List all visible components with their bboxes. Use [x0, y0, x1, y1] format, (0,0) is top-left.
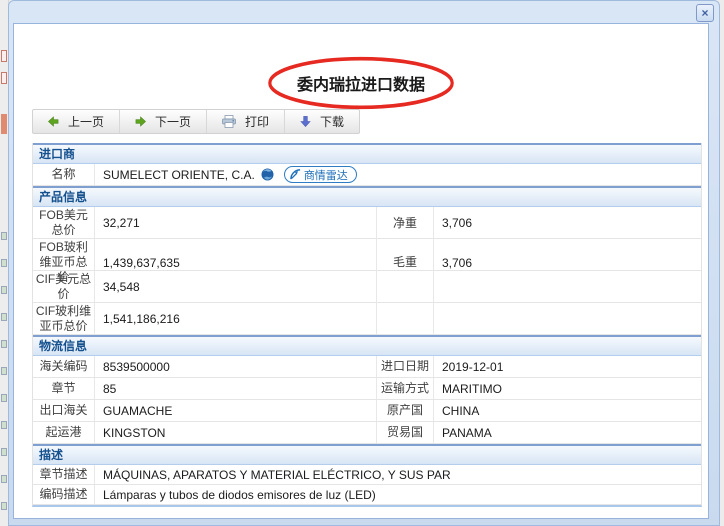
background-row-icon: [1, 394, 7, 402]
background-row-icon: [1, 340, 7, 348]
print-label: 打印: [245, 113, 269, 130]
table-row: FOB玻利维亚币总价 1,439,637,635 毛重 3,706: [33, 239, 701, 271]
background-row-icon: [1, 367, 7, 375]
background-row-icon: [1, 259, 7, 267]
row-label: 编码描述: [33, 485, 95, 504]
table-row: 出口海关 GUAMACHE 原产国 CHINA: [33, 400, 701, 422]
business-radar-badge[interactable]: 商情雷达: [284, 166, 357, 183]
table-row: 海关编码 8539500000 进口日期 2019-12-01: [33, 356, 701, 378]
table-row: CIF美元总价 34,548: [33, 271, 701, 303]
toolbar: 上一页 下一页 打印: [32, 109, 360, 134]
background-row-icon: [1, 313, 7, 321]
window-titlebar: ×: [9, 1, 719, 23]
row-label: CIF玻利维亚币总价: [33, 303, 95, 335]
row-label: 贸易国: [376, 422, 434, 443]
import-record-table: 进口商 名称 SUMELECT ORIENTE, C.A.: [32, 143, 702, 507]
table-row: FOB美元总价 32,271 净重 3,706: [33, 207, 701, 239]
row-label: 净重: [376, 207, 434, 239]
row-value: 32,271: [95, 207, 376, 239]
blue-down-arrow-icon: [300, 116, 311, 127]
download-button[interactable]: 下载: [285, 110, 359, 133]
row-label: CIF美元总价: [33, 271, 95, 303]
background-row-icon: [1, 502, 7, 510]
row-label: 章节: [33, 378, 95, 399]
row-value: 34,548: [95, 271, 376, 303]
table-row: CIF玻利维亚币总价 1,541,186,216: [33, 303, 701, 335]
table-row: 编码描述 Lámparas y tubos de diodos emisores…: [33, 485, 701, 505]
page-title: 委内瑞拉进口数据: [297, 77, 425, 94]
background-fragment: [1, 50, 7, 62]
prev-page-button[interactable]: 上一页: [33, 110, 120, 133]
importer-name: SUMELECT ORIENTE, C.A.: [103, 168, 255, 182]
row-label: 进口日期: [376, 356, 434, 377]
row-value: 8539500000: [95, 356, 376, 377]
row-value: 85: [95, 378, 376, 399]
title-box: 委内瑞拉进口数据: [14, 56, 708, 110]
window-body: 委内瑞拉进口数据 上一页 下一页: [13, 23, 709, 519]
row-value: 1,541,186,216: [95, 303, 376, 335]
row-value: CHINA: [434, 400, 701, 421]
close-icon[interactable]: ×: [696, 4, 714, 22]
table-row: 名称 SUMELECT ORIENTE, C.A.: [33, 164, 701, 186]
green-right-arrow-icon: [135, 116, 146, 127]
row-label: 章节描述: [33, 465, 95, 484]
row-value: Lámparas y tubos de diodos emisores de l…: [95, 485, 701, 504]
table-row: 起运港 KINGSTON 贸易国 PANAMA: [33, 422, 701, 444]
import-data-window: × 委内瑞拉进口数据 上一页 下一页: [8, 0, 720, 526]
next-page-label: 下一页: [155, 113, 191, 130]
background-row-icon: [1, 286, 7, 294]
section-header-description: 描述: [33, 444, 701, 465]
row-label: 起运港: [33, 422, 95, 443]
printer-icon: [222, 115, 236, 128]
globe-icon[interactable]: [261, 168, 274, 181]
row-value: MARITIMO: [434, 378, 701, 399]
row-label: 名称: [33, 164, 95, 185]
download-label: 下载: [320, 113, 344, 130]
section-header-logistics: 物流信息: [33, 335, 701, 356]
row-label: 海关编码: [33, 356, 95, 377]
row-value: [434, 271, 701, 303]
table-row: 章节 85 运输方式 MARITIMO: [33, 378, 701, 400]
row-label: [376, 303, 434, 335]
row-value: KINGSTON: [95, 422, 376, 443]
print-button[interactable]: 打印: [207, 110, 285, 133]
row-value: SUMELECT ORIENTE, C.A.: [95, 164, 701, 185]
row-value: [434, 303, 701, 335]
prev-page-label: 上一页: [68, 113, 104, 130]
green-left-arrow-icon: [48, 116, 59, 127]
row-label: FOB美元总价: [33, 207, 95, 239]
background-row-icon: [1, 475, 7, 483]
section-header-product: 产品信息: [33, 186, 701, 207]
row-value: 2019-12-01: [434, 356, 701, 377]
radar-icon: [290, 169, 301, 180]
background-row-icon: [1, 232, 7, 240]
row-label: 运输方式: [376, 378, 434, 399]
background-row-icon: [1, 421, 7, 429]
row-value: 3,706: [434, 207, 701, 239]
row-label: 出口海关: [33, 400, 95, 421]
row-label: 原产国: [376, 400, 434, 421]
background-row-icon: [1, 448, 7, 456]
row-value: PANAMA: [434, 422, 701, 443]
background-fragment: [1, 72, 7, 84]
background-fragment: [1, 114, 7, 134]
radar-badge-label: 商情雷达: [304, 167, 348, 183]
row-label: [376, 271, 434, 303]
section-header-importer: 进口商: [33, 143, 701, 164]
row-value: GUAMACHE: [95, 400, 376, 421]
table-row: 章节描述 MÁQUINAS, APARATOS Y MATERIAL ELÉCT…: [33, 465, 701, 485]
row-value: MÁQUINAS, APARATOS Y MATERIAL ELÉCTRICO,…: [95, 465, 701, 484]
next-page-button[interactable]: 下一页: [120, 110, 207, 133]
